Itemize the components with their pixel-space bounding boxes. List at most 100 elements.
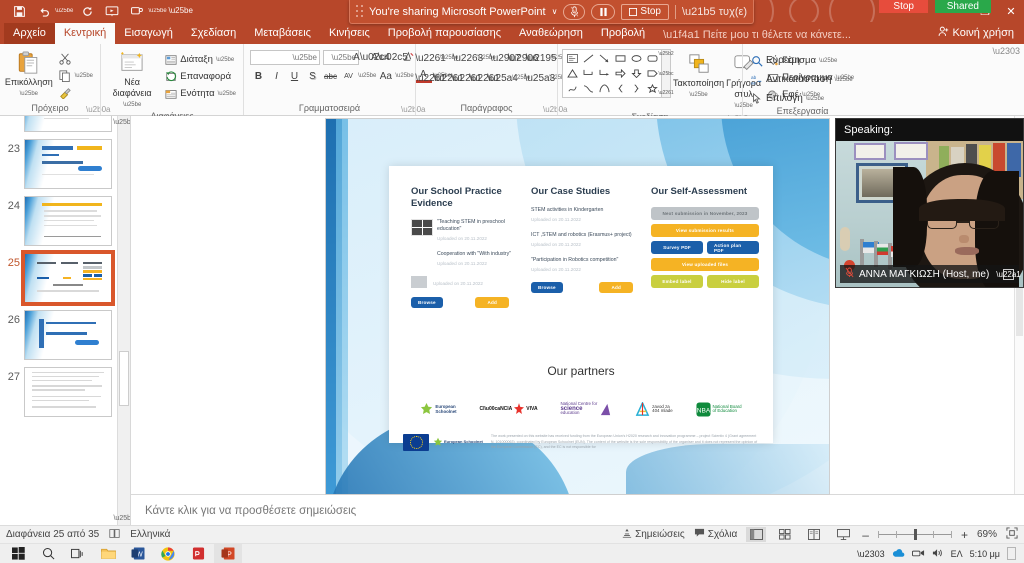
drag-handle-icon[interactable] <box>356 5 363 18</box>
shapes-more-icon[interactable]: \u2261 <box>658 90 673 96</box>
tab-transitions[interactable]: Μεταβάσεις <box>245 23 320 44</box>
change-case-button[interactable]: Aa <box>377 68 394 84</box>
powerpoint-icon[interactable]: P <box>214 543 242 563</box>
replace-button[interactable]: ab ac Αντικατάσταση \u25be <box>747 72 856 87</box>
current-slide[interactable]: Our School Practice Evidence "Teaching S… <box>326 119 829 494</box>
paste-dropdown-icon[interactable]: \u25be <box>20 89 38 100</box>
new-slide-dropdown-icon[interactable]: \u25be <box>123 100 141 111</box>
reset-button[interactable]: Επαναφορά <box>161 69 239 84</box>
align-text-button[interactable]: \u25a3 <box>525 70 556 86</box>
shape-textbox-icon[interactable] <box>564 51 580 66</box>
collapse-ribbon-icon[interactable]: \u2303 <box>992 46 1020 56</box>
start-presentation-icon[interactable] <box>101 2 123 20</box>
tab-review[interactable]: Αναθεώρηση <box>510 23 592 44</box>
text-shadow-button[interactable]: S <box>304 68 321 84</box>
clipboard-dialog-launcher-icon[interactable]: \u2b0a <box>86 105 110 114</box>
shape-curve-icon[interactable] <box>580 81 596 96</box>
find-button[interactable]: Εύρεση <box>747 53 856 68</box>
chrome-icon[interactable] <box>154 544 182 563</box>
shapes-scroll-down-icon[interactable]: \u25bc <box>659 71 674 77</box>
section-button[interactable]: Ενότητα \u25be <box>161 86 239 101</box>
browse-button[interactable]: Browse <box>531 282 563 293</box>
shape-oval-icon[interactable] <box>628 51 644 66</box>
italic-button[interactable]: I <box>268 68 285 84</box>
bold-button[interactable]: B <box>250 68 267 84</box>
tab-slideshow[interactable]: Προβολή παρουσίασης <box>379 23 510 44</box>
tab-animations[interactable]: Κινήσεις <box>320 23 379 44</box>
shape-elbow-connector-icon[interactable] <box>580 66 596 81</box>
view-uploaded-files-button[interactable]: View uploaded files <box>651 258 759 271</box>
task-view-icon[interactable] <box>64 544 92 563</box>
numbering-button[interactable]: \u2263 <box>453 50 484 66</box>
font-dialog-launcher-icon[interactable]: \u2b0a <box>401 105 425 114</box>
add-button[interactable]: Add <box>475 297 509 308</box>
notes-pane[interactable]: Κάντε κλικ για να προσθέσετε σημειώσεις <box>131 494 1024 536</box>
clear-formatting-icon[interactable] <box>399 49 416 65</box>
onedrive-icon[interactable] <box>892 548 905 560</box>
stop-share-badge[interactable]: Stop <box>879 0 928 13</box>
add-button[interactable]: Add <box>599 282 633 293</box>
mute-button[interactable] <box>563 3 586 20</box>
shape-arrow-icon[interactable] <box>596 51 612 66</box>
shape-rectangle-icon[interactable] <box>612 51 628 66</box>
list-item[interactable]: 26 <box>0 306 117 363</box>
expand-icon[interactable]: \u22a1 <box>996 268 1021 280</box>
bullets-button[interactable]: \u2261 <box>415 50 446 66</box>
copy-dropdown-icon[interactable]: \u25be <box>75 70 93 82</box>
thumbnail-scrollbar[interactable]: \u25b2 \u25bc <box>113 116 130 525</box>
line-spacing-button[interactable]: \u2195 <box>526 50 557 66</box>
slide-thumbnail-selected[interactable] <box>21 250 115 306</box>
shapes-gallery[interactable] <box>562 49 662 98</box>
shape-freeform-icon[interactable] <box>564 81 580 96</box>
redo-icon[interactable] <box>76 2 98 20</box>
list-item[interactable]: 24 <box>0 192 117 249</box>
slide-thumbnail[interactable] <box>24 310 112 360</box>
shape-arc-icon[interactable] <box>596 81 612 96</box>
list-item[interactable]: 27 <box>0 363 117 420</box>
action-plan-pdf-button[interactable]: Action plan PDF <box>707 241 759 254</box>
new-slide-button[interactable]: Νέα διαφάνεια \u25be <box>105 48 159 111</box>
layout-button[interactable]: Διάταξη \u25be <box>161 52 239 67</box>
share-button[interactable]: Κοινή χρήση <box>928 23 1024 44</box>
tab-insert[interactable]: Εισαγωγή <box>115 23 182 44</box>
slide-thumbnail[interactable] <box>24 116 112 132</box>
list-item[interactable]: 22 <box>0 116 117 135</box>
slide-thumbnail[interactable] <box>24 367 112 417</box>
change-case-dropdown-icon[interactable]: \u25be <box>395 73 413 79</box>
character-spacing-dropdown-icon[interactable]: \u25be <box>358 73 376 79</box>
shapes-scroll-up-icon[interactable]: \u25b2 <box>658 51 673 57</box>
arrange-dropdown-icon[interactable]: \u25be <box>689 90 707 101</box>
chevron-down-icon[interactable]: ∨ <box>552 7 558 16</box>
scrollbar-thumb[interactable] <box>119 351 129 406</box>
network-icon[interactable] <box>911 548 925 560</box>
underline-button[interactable]: U <box>286 68 303 84</box>
list-item[interactable]: 23 <box>0 135 117 192</box>
tab-file[interactable]: Αρχείο <box>4 23 55 44</box>
touch-mode-dropdown-icon[interactable]: \u25be <box>148 8 166 14</box>
paste-button[interactable]: Επικόλληση \u25be <box>4 48 54 100</box>
scroll-down-icon[interactable]: \u25bc <box>113 512 130 525</box>
embed-label-button[interactable]: Embed label <box>651 275 703 288</box>
shape-down-arrow-icon[interactable] <box>628 66 644 81</box>
shape-line-icon[interactable] <box>580 51 596 66</box>
character-spacing-button[interactable]: AV <box>340 68 357 84</box>
tab-home[interactable]: Κεντρική <box>54 23 116 44</box>
accessibility-icon[interactable] <box>109 528 120 542</box>
tray-expand-icon[interactable]: \u2303 <box>857 549 885 559</box>
columns-button[interactable]: \u25a4 <box>487 70 518 86</box>
decrease-font-size-button[interactable]: A\u02c5 <box>371 49 408 65</box>
close-button[interactable]: ✕ <box>998 0 1024 22</box>
layout-dropdown-icon[interactable]: \u25be <box>216 54 234 66</box>
save-icon[interactable] <box>8 2 30 20</box>
tab-design[interactable]: Σχεδίαση <box>182 23 245 44</box>
format-painter-button[interactable] <box>56 85 96 100</box>
shape-elbow-arrow-icon[interactable] <box>596 66 612 81</box>
font-name-input[interactable]: \u25be <box>250 49 320 65</box>
slide-thumbnail[interactable] <box>24 196 112 246</box>
paragraph-dialog-launcher-icon[interactable]: \u2b0a <box>543 105 567 114</box>
show-desktop-button[interactable] <box>1007 547 1016 560</box>
shape-right-brace-icon[interactable] <box>628 81 644 96</box>
pdf-icon[interactable] <box>184 544 212 563</box>
volume-icon[interactable] <box>932 548 944 560</box>
shape-left-brace-icon[interactable] <box>612 81 628 96</box>
